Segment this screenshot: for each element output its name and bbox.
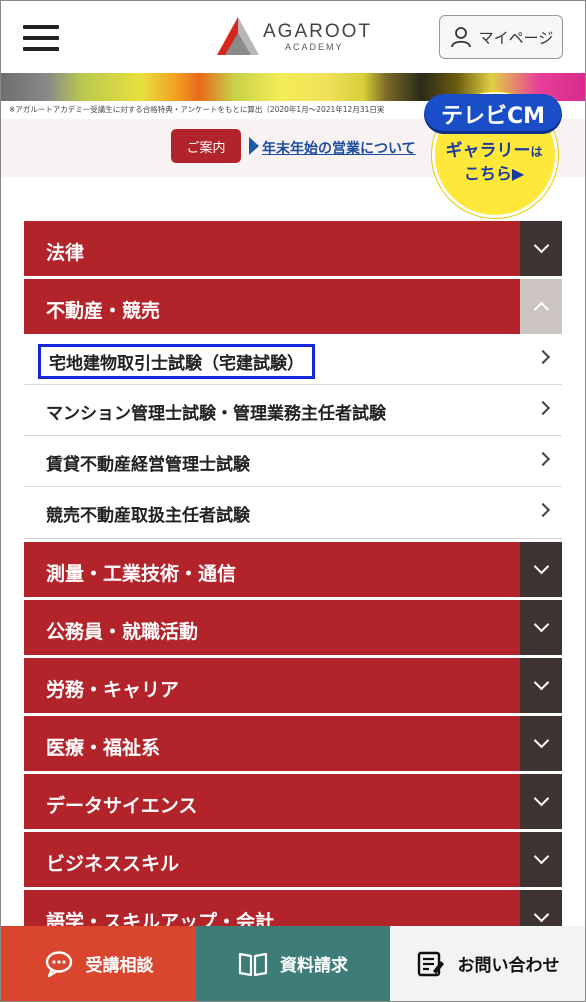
logo-main-text: AGAROOT — [263, 21, 373, 42]
tvcm-title: テレビCM — [424, 94, 562, 134]
user-icon — [450, 27, 471, 48]
expand-toggle[interactable] — [520, 658, 562, 713]
mypage-button[interactable]: マイページ — [439, 15, 563, 59]
expand-toggle[interactable] — [520, 542, 562, 597]
chevron-down-icon — [533, 906, 549, 923]
category-label: 公務員・就職活動 — [46, 621, 199, 643]
category-label: データサイエンス — [46, 795, 198, 817]
expand-toggle[interactable] — [520, 774, 562, 829]
site-logo[interactable]: AGAROOT ACADEMY — [215, 15, 375, 59]
bottom-action-bar: 受講相談 資料請求 お問い合わせ — [1, 926, 585, 1001]
category-label: 労務・キャリア — [46, 679, 180, 701]
chevron-right-icon — [535, 349, 551, 365]
notice-badge: ご案内 — [171, 129, 241, 163]
category-label: ビジネススキル — [46, 853, 180, 875]
expand-toggle[interactable] — [520, 716, 562, 771]
category-label: 不動産・競売 — [46, 300, 161, 322]
category-labor-career[interactable]: 労務・キャリア — [24, 658, 562, 713]
subitem-takken[interactable]: 宅地建物取引士試験（宅建試験） — [24, 334, 562, 385]
chevron-down-icon — [533, 674, 549, 691]
notice-link[interactable]: 年末年始の営業について — [262, 138, 416, 158]
subitem-label: 競売不動産取扱主任者試験 — [46, 506, 250, 526]
contact-label: お問い合わせ — [457, 956, 560, 976]
category-menu: 法律 不動産・競売 宅地建物取引士試験（宅建試験） マンション管理士試験・管理業… — [24, 221, 562, 948]
category-survey-engineering[interactable]: 測量・工業技術・通信 — [24, 542, 562, 597]
chevron-down-icon — [533, 237, 549, 254]
chat-bubble-icon — [45, 950, 72, 977]
chevron-right-icon — [535, 400, 551, 416]
category-label: 医療・福祉系 — [46, 737, 161, 759]
mypage-label: マイページ — [478, 28, 554, 47]
category-label: 法律 — [46, 242, 85, 264]
site-header: AGAROOT ACADEMY マイページ — [1, 1, 585, 73]
expand-toggle[interactable] — [520, 221, 562, 276]
chevron-down-icon — [533, 616, 549, 633]
category-real-estate[interactable]: 不動産・競売 — [24, 279, 562, 334]
tvcm-gallery-text: ギャラリーは — [445, 141, 543, 161]
tvcm-here-text: こちら▶ — [463, 164, 525, 183]
real-estate-sublist: 宅地建物取引士試験（宅建試験） マンション管理士試験・管理業務主任者試験 賃貸不… — [24, 334, 562, 539]
subitem-label: 宅地建物取引士試験（宅建試験） — [38, 344, 315, 379]
consult-label: 受講相談 — [85, 956, 154, 976]
chevron-right-icon — [535, 502, 551, 518]
subitem-rental-manager[interactable]: 賃貸不動産経営管理士試験 — [24, 436, 562, 487]
subitem-auction[interactable]: 競売不動産取扱主任者試験 — [24, 487, 562, 538]
notice-arrow-icon — [249, 137, 259, 155]
logo-mark-icon — [217, 17, 259, 55]
category-label: 測量・工業技術・通信 — [46, 563, 237, 585]
category-business-skill[interactable]: ビジネススキル — [24, 832, 562, 887]
book-icon — [238, 952, 268, 976]
chevron-down-icon — [533, 790, 549, 807]
chevron-right-icon — [535, 451, 551, 467]
subitem-mansion-manager[interactable]: マンション管理士試験・管理業務主任者試験 — [24, 385, 562, 436]
subitem-label: マンション管理士試験・管理業務主任者試験 — [46, 404, 386, 424]
expand-toggle[interactable] — [520, 600, 562, 655]
tvcm-gallery-button[interactable]: テレビCM ギャラリーは こちら▶ — [424, 86, 564, 218]
category-medical-welfare[interactable]: 医療・福祉系 — [24, 716, 562, 771]
category-data-science[interactable]: データサイエンス — [24, 774, 562, 829]
chevron-down-icon — [533, 848, 549, 865]
logo-sub-text: ACADEMY — [285, 42, 344, 52]
hamburger-menu-icon[interactable] — [23, 23, 61, 53]
consult-button[interactable]: 受講相談 — [1, 926, 196, 1001]
chevron-down-icon — [533, 558, 549, 575]
expand-toggle[interactable] — [520, 832, 562, 887]
form-document-icon — [417, 951, 444, 976]
chevron-up-icon — [533, 301, 549, 318]
request-label: 資料請求 — [280, 956, 348, 976]
request-materials-button[interactable]: 資料請求 — [196, 926, 390, 1001]
category-law[interactable]: 法律 — [24, 221, 562, 276]
contact-button[interactable]: お問い合わせ — [390, 926, 585, 1001]
chevron-down-icon — [533, 732, 549, 749]
subitem-label: 賃貸不動産経営管理士試験 — [46, 455, 250, 475]
collapse-toggle[interactable] — [520, 279, 562, 334]
category-civil-service[interactable]: 公務員・就職活動 — [24, 600, 562, 655]
